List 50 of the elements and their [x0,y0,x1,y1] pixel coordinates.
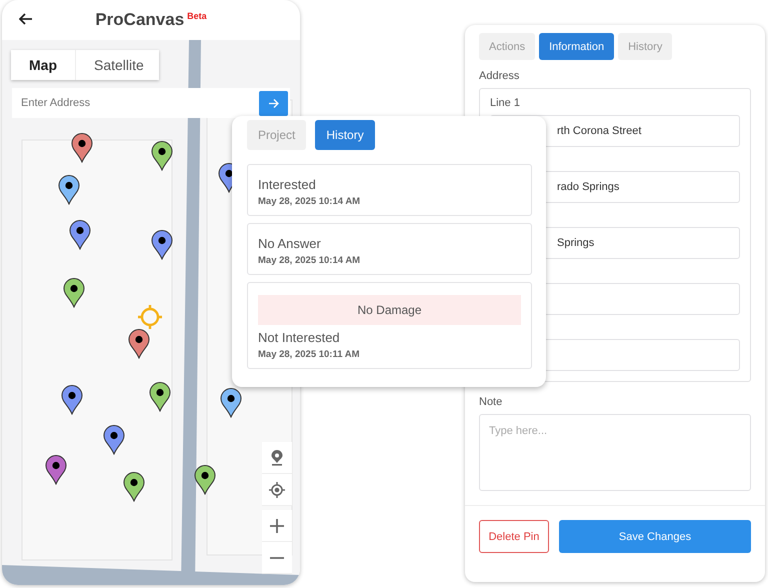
arrow-icon [268,98,278,108]
note-field[interactable]: Type here... [479,414,751,491]
map-pin-icon[interactable] [70,220,90,250]
map-type-tab[interactable]: Map [11,50,75,80]
zoom-in-button[interactable] [262,510,292,542]
note-label: Note [479,396,504,408]
map-pin-icon[interactable] [152,141,172,170]
map-pin-icon[interactable] [124,472,144,502]
timestamp: May 28, 2025 10:14 AM [258,196,362,207]
map-pin-icon[interactable] [152,230,172,260]
tab[interactable]: Project [247,120,306,150]
timestamp: May 28, 2025 10:11 AM [258,349,361,360]
tab[interactable]: Actions [479,33,536,60]
map-type-tab[interactable]: Satellite [75,50,159,80]
zoom-out-button[interactable] [262,542,292,574]
address-search-bar[interactable]: Enter Address [12,88,290,118]
status-text: Not Interested [258,330,341,345]
crosshair-icon [269,482,285,498]
location-pin-icon [270,450,284,466]
save-button[interactable]: Save Changes [559,520,751,553]
map-pin-icon[interactable] [72,133,92,162]
back-arrow-icon[interactable] [19,13,33,25]
map-pin-icon[interactable] [104,425,124,454]
locate-button[interactable] [262,474,292,506]
tab[interactable]: History [618,33,672,60]
map-pin-icon[interactable] [128,329,150,358]
go-button[interactable] [259,90,288,116]
address-field[interactable]: Enter Address [12,96,259,110]
tab[interactable]: History [315,120,375,150]
status-text: Interested [258,177,317,192]
pin-button[interactable] [262,442,292,474]
map-pin-icon[interactable] [64,278,84,308]
status-text: No Answer [258,236,322,251]
tab[interactable]: Information [539,33,614,60]
damage-tag: No Damage [258,295,521,325]
map-pin-icon[interactable] [220,388,242,418]
map-pin-icon[interactable] [62,385,82,414]
map-pin-icon[interactable] [150,382,170,412]
beta-label: Beta [187,11,207,21]
map-pin-icon[interactable] [58,175,80,204]
map-pin-icon[interactable] [194,465,216,494]
delete-button[interactable]: Delete Pin [479,520,549,553]
line-label: Line 1 [490,97,521,109]
address-label: Address [479,70,520,82]
plus-icon [270,518,284,532]
map-pin-icon[interactable] [46,455,66,484]
timestamp: May 28, 2025 10:14 AM [258,255,362,266]
app-title: ProCanvas [95,10,184,30]
minus-icon [270,556,284,558]
crosshair-icon [137,304,163,330]
